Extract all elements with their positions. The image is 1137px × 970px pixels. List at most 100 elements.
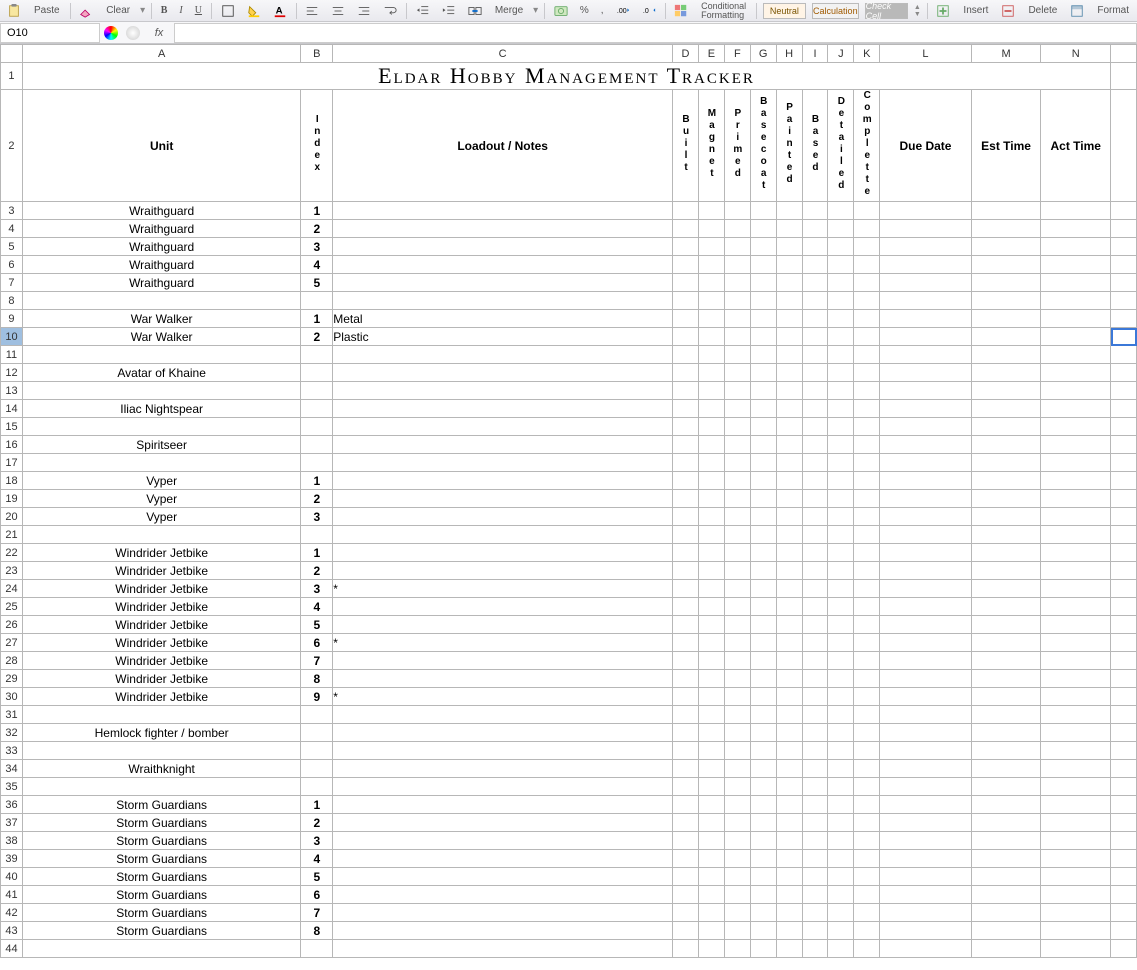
cell-due[interactable] xyxy=(880,400,972,418)
cell-est[interactable] xyxy=(971,742,1041,760)
cell-status-2[interactable] xyxy=(724,328,750,346)
cell-status-3[interactable] xyxy=(750,202,776,220)
cell-status-5[interactable] xyxy=(802,562,828,580)
cell-notes[interactable] xyxy=(333,544,673,562)
cell-status-1[interactable] xyxy=(698,742,724,760)
cell-status-4[interactable] xyxy=(776,652,802,670)
cell-status-7[interactable] xyxy=(854,562,880,580)
cell-status-6[interactable] xyxy=(828,544,854,562)
cell-est[interactable] xyxy=(971,382,1041,400)
cell-o[interactable] xyxy=(1111,616,1137,634)
cell-status-0[interactable] xyxy=(673,238,699,256)
hdr-status-7[interactable]: Complette xyxy=(854,90,880,202)
style-check-cell[interactable]: Check Cell xyxy=(865,3,908,19)
cell-notes[interactable] xyxy=(333,508,673,526)
row-17[interactable]: 17 xyxy=(1,454,23,472)
cell-o[interactable] xyxy=(1111,814,1137,832)
cell-status-2[interactable] xyxy=(724,706,750,724)
cell-o[interactable] xyxy=(1111,904,1137,922)
cell-status-3[interactable] xyxy=(750,724,776,742)
cell-status-7[interactable] xyxy=(854,202,880,220)
cell-index[interactable] xyxy=(301,940,333,958)
cell-status-1[interactable] xyxy=(698,832,724,850)
cell-index[interactable]: 2 xyxy=(301,490,333,508)
name-box[interactable]: O10 xyxy=(0,23,100,43)
cell-act[interactable] xyxy=(1041,436,1111,454)
currency-icon[interactable] xyxy=(551,3,571,19)
row-16[interactable]: 16 xyxy=(1,436,23,454)
cell-status-4[interactable] xyxy=(776,472,802,490)
cell-status-7[interactable] xyxy=(854,922,880,940)
cell-unit[interactable]: Wraithguard xyxy=(22,220,300,238)
cell-status-3[interactable] xyxy=(750,778,776,796)
cell-unit[interactable]: Iliac Nightspear xyxy=(22,400,300,418)
cell-status-2[interactable] xyxy=(724,544,750,562)
cell-status-1[interactable] xyxy=(698,274,724,292)
cell-unit[interactable]: War Walker xyxy=(22,310,300,328)
cell-due[interactable] xyxy=(880,472,972,490)
cell-status-2[interactable] xyxy=(724,904,750,922)
cell-status-1[interactable] xyxy=(698,328,724,346)
cell-status-0[interactable] xyxy=(673,490,699,508)
cell-status-2[interactable] xyxy=(724,868,750,886)
cell-status-4[interactable] xyxy=(776,940,802,958)
cell-due[interactable] xyxy=(880,436,972,454)
hdr-status-2[interactable]: Primed xyxy=(724,90,750,202)
cell-o[interactable] xyxy=(1111,724,1137,742)
cell-unit[interactable]: Windrider Jetbike xyxy=(22,652,300,670)
cell-status-6[interactable] xyxy=(828,706,854,724)
cell-o[interactable] xyxy=(1111,544,1137,562)
cell-o[interactable] xyxy=(1111,202,1137,220)
cell-est[interactable] xyxy=(971,904,1041,922)
cell-status-4[interactable] xyxy=(776,706,802,724)
cell-act[interactable] xyxy=(1041,346,1111,364)
cell-status-5[interactable] xyxy=(802,670,828,688)
cell-index[interactable]: 4 xyxy=(301,850,333,868)
cell-unit[interactable]: Windrider Jetbike xyxy=(22,598,300,616)
cell-status-7[interactable] xyxy=(854,778,880,796)
cell-status-1[interactable] xyxy=(698,562,724,580)
cell-status-1[interactable] xyxy=(698,886,724,904)
cell-status-5[interactable] xyxy=(802,418,828,436)
cell-status-1[interactable] xyxy=(698,436,724,454)
cell-due[interactable] xyxy=(880,688,972,706)
cell-unit[interactable]: Spiritseer xyxy=(22,436,300,454)
cell-status-1[interactable] xyxy=(698,292,724,310)
cell-due[interactable] xyxy=(880,670,972,688)
cell-status-0[interactable] xyxy=(673,562,699,580)
cell-due[interactable] xyxy=(880,364,972,382)
cell-index[interactable]: 7 xyxy=(301,652,333,670)
style-calculation[interactable]: Calculation xyxy=(812,3,859,19)
cell-index[interactable]: 5 xyxy=(301,274,333,292)
percent-button[interactable]: % xyxy=(577,3,592,19)
hdr-status-1[interactable]: Magnet xyxy=(698,90,724,202)
col-H[interactable]: H xyxy=(776,45,802,63)
cell-status-3[interactable] xyxy=(750,400,776,418)
cell-status-3[interactable] xyxy=(750,706,776,724)
align-right-icon[interactable] xyxy=(354,3,374,19)
cell-act[interactable] xyxy=(1041,688,1111,706)
cell-due[interactable] xyxy=(880,652,972,670)
cell-status-2[interactable] xyxy=(724,508,750,526)
cell-status-5[interactable] xyxy=(802,274,828,292)
cell-status-2[interactable] xyxy=(724,274,750,292)
cell-est[interactable] xyxy=(971,454,1041,472)
cell-status-7[interactable] xyxy=(854,292,880,310)
cell-due[interactable] xyxy=(880,508,972,526)
cell-status-5[interactable] xyxy=(802,652,828,670)
cell-status-6[interactable] xyxy=(828,256,854,274)
cell-status-6[interactable] xyxy=(828,868,854,886)
cell-act[interactable] xyxy=(1041,508,1111,526)
cell-o[interactable] xyxy=(1111,742,1137,760)
cell-status-1[interactable] xyxy=(698,544,724,562)
cell-status-6[interactable] xyxy=(828,688,854,706)
cell-status-2[interactable] xyxy=(724,652,750,670)
cell-status-3[interactable] xyxy=(750,508,776,526)
cell-index[interactable]: 1 xyxy=(301,472,333,490)
cell-status-1[interactable] xyxy=(698,688,724,706)
cell-o[interactable] xyxy=(1111,436,1137,454)
cell-unit[interactable]: War Walker xyxy=(22,328,300,346)
hdr-index[interactable]: Index xyxy=(301,90,333,202)
cell-notes[interactable] xyxy=(333,706,673,724)
cell-act[interactable] xyxy=(1041,418,1111,436)
